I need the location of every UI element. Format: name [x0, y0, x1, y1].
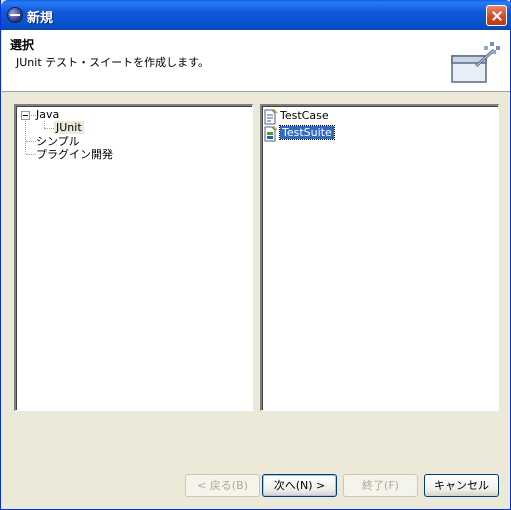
list-item-label: TestCase [280, 109, 329, 122]
collapse-toggle-icon[interactable] [21, 111, 30, 120]
header-description: JUnit テスト・スイートを作成します。 [16, 56, 210, 69]
tree-item-simple[interactable]: シンプル [36, 135, 80, 149]
next-button[interactable]: 次へ(N) > [262, 474, 337, 497]
list-item-testcase[interactable]: TestCase [280, 109, 329, 123]
header-title: 選択 [10, 38, 35, 52]
title-bar[interactable]: 新規 [1, 0, 511, 30]
eclipse-icon [7, 7, 23, 23]
list-item-label: TestSuite [279, 125, 335, 140]
tree-item-java[interactable]: Java [36, 108, 59, 122]
wizard-list[interactable]: TestCase TestSuite [260, 104, 499, 411]
tree-item-label: プラグイン開発 [36, 148, 113, 161]
tree-item-label: Java [36, 108, 60, 121]
tree-item-label: シンプル [36, 135, 80, 148]
cancel-button[interactable]: キャンセル [424, 474, 499, 497]
close-button[interactable] [486, 5, 507, 26]
wizard-banner-icon [451, 42, 500, 83]
tree-item-plugin-dev[interactable]: プラグイン開発 [36, 148, 113, 162]
window-title: 新規 [27, 11, 54, 26]
testcase-icon [264, 109, 278, 125]
wizard-category-tree[interactable]: Java JUnit シンプル プラグイン開発 [14, 104, 253, 411]
wizard-header: 選択 JUnit テスト・スイートを作成します。 [2, 30, 510, 92]
list-item-testsuite[interactable]: TestSuite [279, 125, 335, 140]
tree-item-label: JUnit [54, 121, 84, 134]
testsuite-icon [264, 126, 278, 142]
back-button[interactable]: < 戻る(B) [185, 474, 260, 497]
tree-item-junit[interactable]: JUnit [54, 121, 84, 135]
new-wizard-dialog: 新規 選択 JUnit テスト・スイートを作成します。 Java JUnit シ… [0, 0, 511, 510]
finish-button[interactable]: 終了(F) [343, 474, 418, 497]
